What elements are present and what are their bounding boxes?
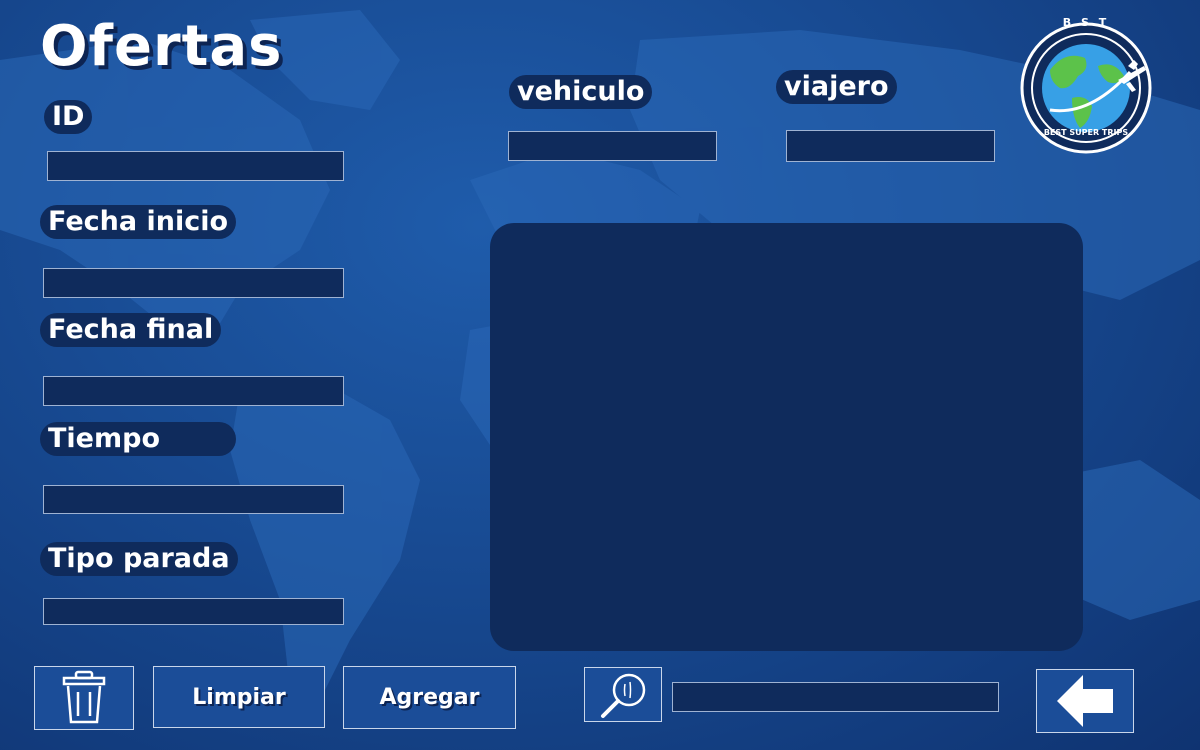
back-button[interactable] — [1036, 669, 1134, 733]
fecha-final-label: Fecha final — [40, 313, 222, 347]
delete-button[interactable] — [34, 666, 134, 730]
arrow-left-icon — [1057, 675, 1113, 727]
tipo-parada-input[interactable] — [43, 598, 344, 625]
fecha-inicio-label: Fecha inicio — [40, 205, 237, 239]
agregar-button[interactable]: Agregar — [343, 666, 516, 729]
search-input[interactable] — [672, 682, 999, 712]
tiempo-label: Tiempo — [40, 422, 236, 456]
limpiar-button[interactable]: Limpiar — [153, 666, 325, 728]
logo-top-text: B S T — [1062, 16, 1110, 29]
results-panel[interactable] — [490, 223, 1083, 651]
tipo-parada-label: Tipo parada — [40, 542, 238, 576]
viajero-label: viajero — [776, 70, 897, 104]
page-title: Ofertas — [40, 14, 283, 79]
vehiculo-label: vehiculo — [509, 75, 653, 109]
tiempo-input[interactable] — [43, 485, 344, 514]
id-label: ID — [44, 100, 93, 134]
search-icon — [601, 673, 646, 718]
id-input[interactable] — [47, 151, 344, 181]
fecha-final-input[interactable] — [43, 376, 344, 406]
logo: B S T BEST SUPER TRIPS — [1020, 10, 1152, 165]
viajero-input[interactable] — [786, 130, 995, 162]
logo-bottom-text: BEST SUPER TRIPS — [1043, 128, 1129, 137]
trash-icon — [62, 670, 106, 724]
globe-airplane-icon — [1020, 22, 1152, 154]
fecha-inicio-input[interactable] — [43, 268, 344, 298]
search-button[interactable] — [584, 667, 662, 722]
vehiculo-input[interactable] — [508, 131, 717, 161]
